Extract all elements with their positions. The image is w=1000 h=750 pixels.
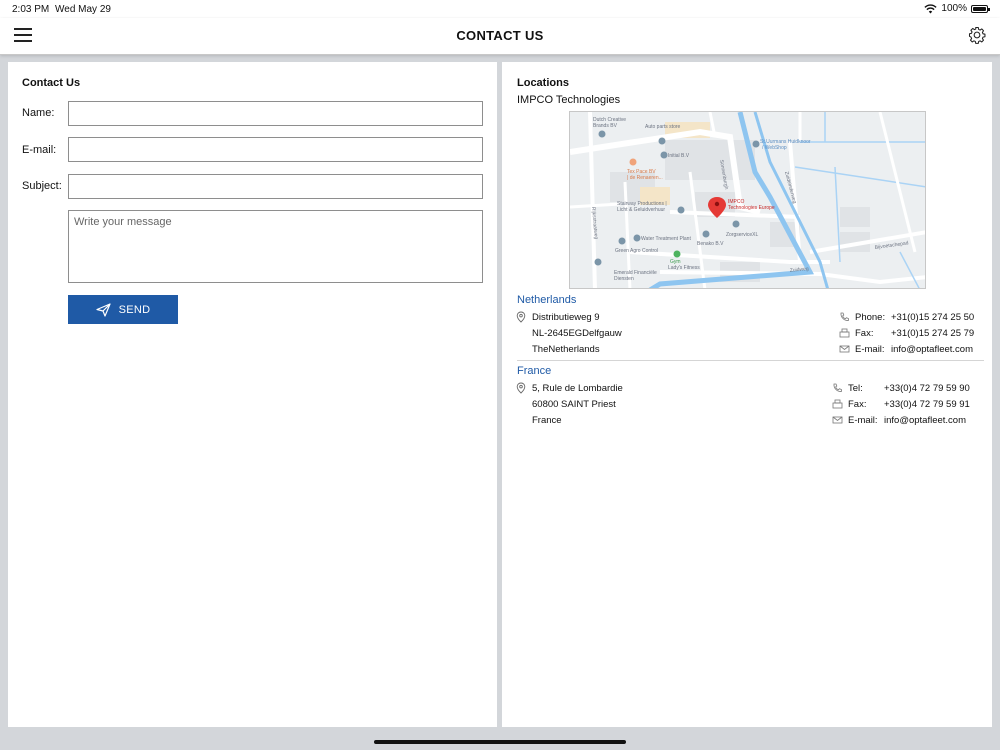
contact-label: E-mail: — [848, 415, 878, 426]
fax-icon — [832, 399, 843, 409]
page-title: CONTACT US — [456, 28, 544, 43]
office-divider — [517, 360, 984, 361]
office-address-line: NL-2645EGDelfgauw — [532, 328, 622, 339]
email-input[interactable] — [68, 137, 483, 162]
gear-icon[interactable] — [968, 26, 986, 44]
fax-value: +31(0)15 274 25 79 — [891, 328, 975, 339]
status-bar: 2:03 PM Wed May 29 100% — [0, 0, 1000, 18]
send-label: SEND — [118, 303, 151, 316]
phone-value[interactable]: +31(0)15 274 25 50 — [891, 312, 974, 323]
map-label-emerald-sub: Diensten — [614, 276, 634, 282]
map-label-tex-pace-sub: | de Renaeren... — [627, 175, 663, 181]
email-value[interactable]: info@optafleet.com — [884, 415, 966, 426]
map-label-benako: Benako B.V — [697, 241, 724, 247]
subject-label: Subject: — [22, 180, 62, 192]
contact-label: E-mail: — [855, 344, 885, 355]
company-name: IMPCO Technologies — [517, 94, 621, 106]
send-icon — [96, 302, 111, 317]
home-indicator[interactable] — [374, 740, 626, 744]
location-map[interactable]: Dutch Creative Brands BV Auto parts stor… — [569, 111, 926, 289]
map-label-green-agro: Green Agro Control — [615, 248, 658, 254]
locations-panel: Locations IMPCO Technologies Dutch Creat… — [502, 62, 992, 727]
location-pin-icon — [516, 382, 526, 394]
phone-icon — [840, 312, 849, 321]
office-address-line: Distributieweg 9 — [532, 312, 600, 323]
contact-label: Phone: — [855, 312, 886, 323]
map-label-impco-sub: Technologies Europe — [728, 205, 775, 211]
map-label-gym-sub: Lady's Fitness — [668, 265, 700, 271]
map-label-stairway-sub: Licht & Geluidverhuur — [617, 207, 665, 213]
office-address-line: 5, Rule de Lombardie — [532, 383, 623, 394]
send-button[interactable]: SEND — [68, 295, 178, 324]
map-label-initial: Initial B.V — [668, 153, 690, 159]
office-address-line: 60800 SAINT Priest — [532, 399, 616, 410]
email-label: E-mail: — [22, 144, 57, 156]
contact-label: Tel: — [848, 383, 863, 394]
battery-percent: 100% — [941, 3, 967, 14]
map-label-zorgservice: ZorgserviceXL — [726, 232, 758, 238]
contact-form-title: Contact Us — [22, 77, 81, 89]
subject-input[interactable] — [68, 174, 483, 199]
map-label-brands: Brands BV — [593, 123, 618, 129]
mail-icon — [832, 416, 843, 424]
map-label-water: Water Treatment Plant — [641, 236, 691, 242]
status-time: 2:03 PM — [12, 4, 50, 15]
status-indicators: 100% — [924, 3, 990, 14]
battery-icon — [971, 4, 990, 13]
email-value[interactable]: info@optafleet.com — [891, 344, 973, 355]
mail-icon — [839, 345, 850, 353]
map-label-auto-parts: Auto parts store — [645, 124, 681, 130]
fax-value: +33(0)4 72 79 59 91 — [884, 399, 970, 410]
wifi-icon — [924, 3, 938, 13]
locations-title: Locations — [517, 77, 569, 89]
contact-label: Fax: — [855, 328, 874, 339]
status-date: Wed May 29 — [55, 4, 111, 15]
phone-icon — [833, 383, 842, 392]
location-pin-icon — [516, 311, 526, 323]
phone-value[interactable]: +33(0)4 72 79 59 90 — [884, 383, 970, 394]
map-label-webshop: / WebShop — [762, 145, 787, 151]
contact-label: Fax: — [848, 399, 867, 410]
app-header: CONTACT US — [0, 18, 1000, 55]
office-country-netherlands: Netherlands — [517, 294, 577, 306]
name-label: Name: — [22, 107, 55, 119]
contact-form-panel: Contact Us Name: E-mail: Subject: SEND — [8, 62, 497, 727]
fax-icon — [839, 328, 850, 338]
name-input[interactable] — [68, 101, 483, 126]
office-address-line: France — [532, 415, 562, 426]
message-textarea[interactable] — [68, 210, 483, 283]
office-address-line: TheNetherlands — [532, 344, 600, 355]
office-country-france: France — [517, 365, 552, 377]
